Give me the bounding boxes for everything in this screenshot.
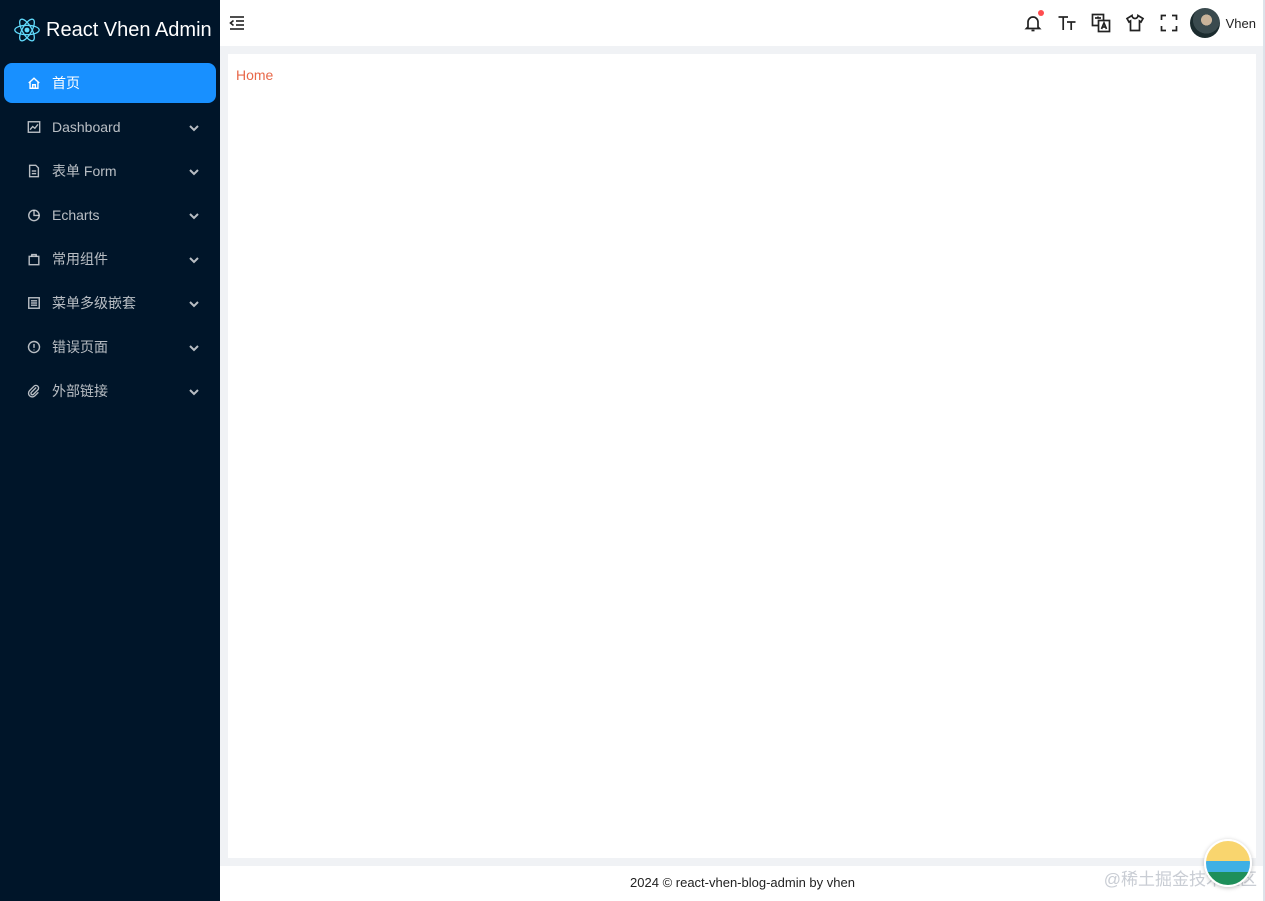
menu-fold-icon[interactable]: [228, 14, 246, 32]
footer-text: 2024 © react-vhen-blog-admin by vhen: [630, 875, 855, 890]
chevron-down-icon: [188, 165, 200, 177]
sidebar: React Vhen Admin 首页 Dashboard 表单 Form Ec…: [0, 0, 220, 901]
fullscreen-icon[interactable]: [1158, 12, 1180, 34]
list-icon: [26, 295, 42, 311]
app-logo[interactable]: React Vhen Admin: [0, 0, 220, 60]
header-tools: Vhen: [1022, 0, 1265, 46]
sidebar-item-error-pages[interactable]: 错误页面: [4, 327, 216, 367]
line-chart-icon: [26, 119, 42, 135]
sidebar-item-label: 首页: [52, 75, 80, 91]
sidebar-item-label: 外部链接: [52, 383, 108, 399]
sidebar-item-label: Echarts: [52, 207, 100, 223]
chevron-down-icon: [188, 121, 200, 133]
app-title: React Vhen Admin: [46, 18, 212, 41]
chevron-down-icon: [188, 209, 200, 221]
bell-icon[interactable]: [1022, 10, 1044, 34]
avatar[interactable]: [1189, 8, 1220, 38]
sidebar-item-label: 错误页面: [52, 339, 108, 355]
shopping-bag-icon: [26, 251, 42, 267]
chevron-down-icon: [188, 385, 200, 397]
font-size-icon[interactable]: [1056, 12, 1078, 34]
breadcrumb[interactable]: Home: [236, 67, 273, 83]
sidebar-item-label: 常用组件: [52, 251, 108, 267]
main-content: Home: [228, 54, 1256, 858]
sidebar-item-components[interactable]: 常用组件: [4, 239, 216, 279]
sidebar-item-dashboard[interactable]: Dashboard: [4, 107, 216, 147]
footer: 2024 © react-vhen-blog-admin by vhen @稀土…: [220, 866, 1265, 901]
sidebar-item-label: 菜单多级嵌套: [52, 295, 136, 311]
chevron-down-icon: [188, 297, 200, 309]
sidebar-item-home[interactable]: 首页: [4, 63, 216, 103]
exclamation-circle-icon: [26, 339, 42, 355]
theme-shirt-icon[interactable]: [1124, 12, 1146, 34]
notification-badge: [1037, 10, 1044, 16]
chevron-down-icon: [188, 341, 200, 353]
chevron-down-icon: [188, 253, 200, 265]
sidebar-menu: 首页 Dashboard 表单 Form Echarts 常用组件 菜单多级嵌套…: [0, 63, 220, 411]
sidebar-item-label: Dashboard: [52, 119, 121, 135]
sidebar-item-form[interactable]: 表单 Form: [4, 151, 216, 191]
pie-chart-icon: [26, 207, 42, 223]
react-logo-icon: [14, 18, 40, 42]
sidebar-item-echarts[interactable]: Echarts: [4, 195, 216, 235]
paperclip-icon: [26, 383, 42, 399]
home-icon: [26, 75, 42, 91]
translate-icon[interactable]: [1090, 12, 1112, 34]
sidebar-item-nested-menu[interactable]: 菜单多级嵌套: [4, 283, 216, 323]
username[interactable]: Vhen: [1226, 16, 1256, 31]
file-icon: [26, 163, 42, 179]
sidebar-item-label: 表单 Form: [52, 163, 117, 179]
top-header: Vhen: [220, 0, 1265, 46]
floating-avatar[interactable]: [1204, 839, 1252, 887]
sidebar-item-external-links[interactable]: 外部链接: [4, 371, 216, 411]
